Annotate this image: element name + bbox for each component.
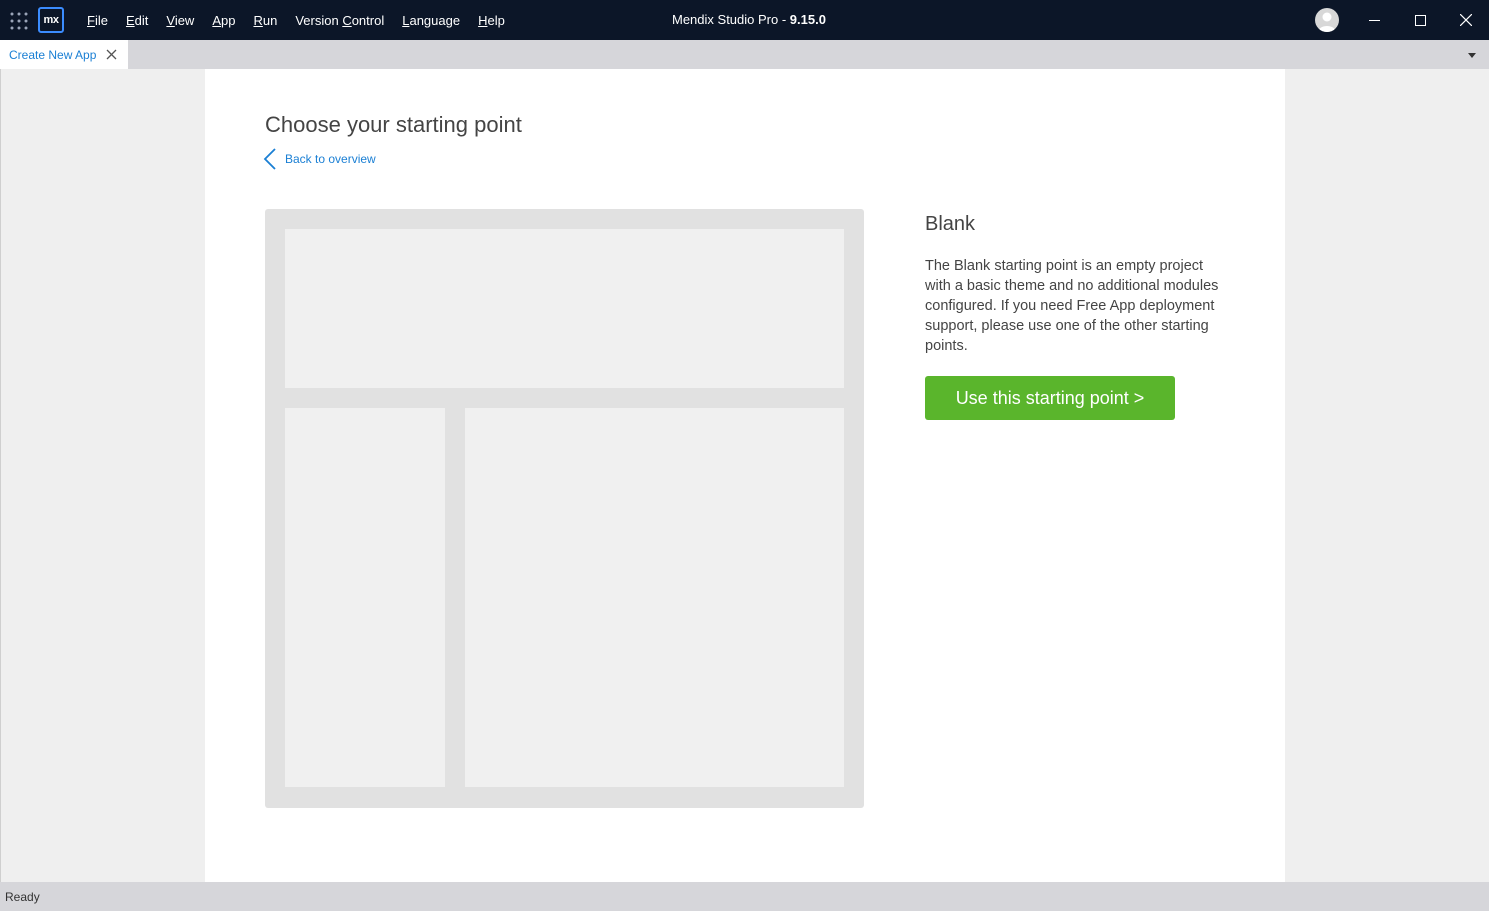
menu-run[interactable]: Run bbox=[253, 13, 277, 28]
avatar-icon[interactable] bbox=[1315, 8, 1339, 32]
menu-file[interactable]: File bbox=[87, 13, 108, 28]
status-bar: Ready bbox=[0, 882, 1489, 911]
tab-create-new-app[interactable]: Create New App bbox=[0, 40, 128, 69]
menu-help[interactable]: Help bbox=[478, 13, 505, 28]
tab-close-icon[interactable] bbox=[106, 49, 117, 60]
title-separator: - bbox=[778, 12, 790, 27]
chevron-left-icon bbox=[263, 148, 276, 170]
page-title: Choose your starting point bbox=[265, 112, 522, 137]
menu-language[interactable]: Language bbox=[402, 13, 460, 28]
menu-bar: File Edit View App Run Version Control L… bbox=[78, 0, 514, 40]
close-icon bbox=[1460, 14, 1472, 26]
close-window-button[interactable] bbox=[1443, 0, 1489, 40]
status-text: Ready bbox=[5, 890, 40, 904]
title-bar: mx File Edit View App Run Version Contro… bbox=[0, 0, 1489, 40]
menu-view[interactable]: View bbox=[166, 13, 194, 28]
back-link-label: Back to overview bbox=[285, 152, 376, 166]
starting-point-panel: Choose your starting point Back to overv… bbox=[205, 69, 1285, 882]
menu-version-control[interactable]: Version Control bbox=[295, 13, 384, 28]
app-grid-icon[interactable] bbox=[10, 12, 28, 30]
maximize-icon bbox=[1414, 14, 1426, 26]
app-name: Mendix Studio Pro bbox=[672, 12, 779, 27]
logo-text: mx bbox=[43, 14, 59, 26]
template-description: The Blank starting point is an empty pro… bbox=[925, 258, 1219, 354]
back-to-overview-link[interactable]: Back to overview bbox=[263, 148, 376, 170]
template-name: Blank bbox=[925, 213, 976, 235]
window-title: Mendix Studio Pro - 9.15.0 bbox=[672, 0, 826, 40]
minimize-button[interactable] bbox=[1351, 0, 1397, 40]
preview-main-block bbox=[465, 408, 844, 787]
minimize-icon bbox=[1368, 19, 1380, 21]
mendix-logo-icon: mx bbox=[38, 7, 64, 33]
preview-sidebar-block bbox=[285, 408, 445, 787]
maximize-button[interactable] bbox=[1397, 0, 1443, 40]
use-starting-point-button[interactable]: Use this starting point > bbox=[925, 376, 1175, 420]
tab-list-dropdown-icon[interactable] bbox=[1467, 51, 1477, 59]
preview-header-block bbox=[285, 229, 844, 388]
menu-edit[interactable]: Edit bbox=[126, 13, 148, 28]
tab-bar: Create New App bbox=[0, 40, 1489, 69]
template-preview bbox=[265, 209, 864, 808]
tab-label: Create New App bbox=[9, 47, 97, 62]
menu-app[interactable]: App bbox=[212, 13, 235, 28]
app-version: 9.15.0 bbox=[789, 12, 826, 27]
